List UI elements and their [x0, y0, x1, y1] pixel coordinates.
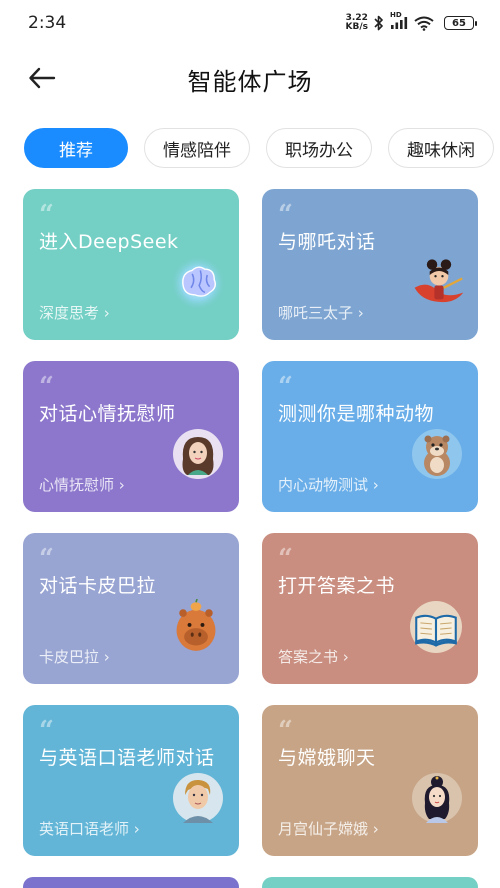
battery-level: 65 — [452, 17, 466, 29]
otter-avatar — [412, 429, 462, 479]
page-title: 智能体广场 — [187, 68, 313, 96]
agent-card-animal-test[interactable]: “ 测测你是哪种动物 内心动物测试 › — [262, 361, 478, 512]
card-subtitle: 卡皮巴拉 › — [39, 648, 110, 666]
card-title: 测测你是哪种动物 — [278, 403, 435, 425]
bluetooth-icon — [374, 15, 384, 31]
agent-card-nezha[interactable]: “ 与哪吒对话 哪吒三太子 › — [262, 189, 478, 340]
card-subtitle: 内心动物测试 › — [278, 476, 379, 494]
quote-icon: “ — [278, 372, 293, 402]
card-subtitle: 哪吒三太子 › — [278, 304, 364, 322]
quote-icon: “ — [39, 200, 54, 230]
wifi-icon — [414, 16, 434, 31]
agent-card-deepseek[interactable]: “ 进入DeepSeek 深度思考 › — [23, 189, 239, 340]
battery-icon: 65 — [444, 16, 477, 30]
counselor-avatar — [173, 429, 223, 479]
quote-icon: “ — [39, 716, 54, 746]
brain-icon — [170, 255, 226, 311]
card-title: 与英语口语老师对话 — [39, 747, 215, 769]
change-avatar — [412, 773, 462, 823]
quote-icon: “ — [278, 716, 293, 746]
agent-card-english-teacher[interactable]: “ 与英语口语老师对话 英语口语老师 › — [23, 705, 239, 856]
card-subtitle: 英语口语老师 › — [39, 820, 140, 838]
agent-card-book-of-answers[interactable]: “ 打开答案之书 答案之书 › — [262, 533, 478, 684]
card-subtitle: 月宫仙子嫦娥 › — [278, 820, 379, 838]
header: 智能体广场 — [0, 52, 500, 104]
tab-fun-leisure[interactable]: 趣味休闲 — [388, 128, 494, 168]
capybara-avatar — [176, 599, 216, 651]
quote-icon: “ — [278, 200, 293, 230]
quote-icon: “ — [39, 372, 54, 402]
card-title: 对话心情抚慰师 — [39, 403, 176, 425]
status-bar: 2:34 3.22 KB/s HD 65 — [0, 0, 500, 46]
agent-card-change[interactable]: “ 与嫦娥聊天 月宫仙子嫦娥 › — [262, 705, 478, 856]
agent-grid: “ 进入DeepSeek 深度思考 › “ 与哪吒对话 哪吒三太子 › “ 对话… — [23, 189, 478, 856]
agent-card-partial-left[interactable] — [23, 877, 239, 888]
quote-icon: “ — [39, 544, 54, 574]
card-subtitle: 心情抚慰师 › — [39, 476, 125, 494]
agent-card-capybara[interactable]: “ 对话卡皮巴拉 卡皮巴拉 › — [23, 533, 239, 684]
card-title: 打开答案之书 — [278, 575, 396, 597]
book-icon — [410, 601, 462, 653]
network-speed-unit: KB/s — [345, 22, 368, 32]
status-icons: 3.22 KB/s HD 65 — [346, 11, 477, 32]
teacher-avatar — [173, 773, 223, 823]
card-title: 对话卡皮巴拉 — [39, 575, 157, 597]
status-time: 2:34 — [28, 13, 67, 33]
agent-card-partial-right[interactable] — [262, 877, 478, 888]
network-speed: 3.22 KB/s — [346, 14, 368, 32]
card-subtitle: 深度思考 › — [39, 304, 110, 322]
tab-recommend[interactable]: 推荐 — [24, 128, 128, 168]
nezha-avatar — [414, 259, 464, 303]
tab-emotional-companion[interactable]: 情感陪伴 — [144, 128, 250, 168]
signal-icon: HD — [390, 11, 408, 30]
card-title: 进入DeepSeek — [39, 231, 179, 253]
hd-label: HD — [390, 11, 402, 19]
card-title: 与嫦娥聊天 — [278, 747, 376, 769]
quote-icon: “ — [278, 544, 293, 574]
card-title: 与哪吒对话 — [278, 231, 376, 253]
category-tabs: 推荐 情感陪伴 职场办公 趣味休闲 — [24, 128, 500, 168]
agent-card-mood-counselor[interactable]: “ 对话心情抚慰师 心情抚慰师 › — [23, 361, 239, 512]
card-subtitle: 答案之书 › — [278, 648, 349, 666]
tab-workplace-office[interactable]: 职场办公 — [266, 128, 372, 168]
